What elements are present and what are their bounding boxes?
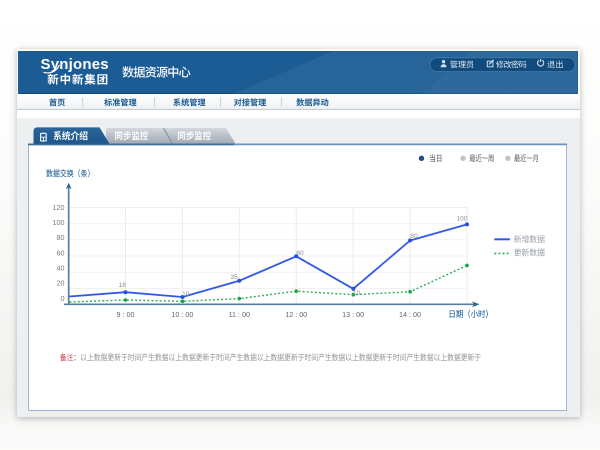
svg-text:9 : 00: 9 : 00 — [117, 310, 135, 319]
svg-text:20: 20 — [57, 279, 65, 288]
svg-text:80: 80 — [410, 233, 418, 240]
svg-text:11 : 00: 11 : 00 — [229, 310, 250, 319]
svg-text:40: 40 — [57, 264, 65, 273]
svg-text:80: 80 — [57, 233, 65, 242]
svg-text:10: 10 — [353, 290, 361, 297]
svg-text:60: 60 — [57, 248, 65, 257]
svg-text:Synjones: Synjones — [41, 56, 109, 73]
svg-text:10 : 00: 10 : 00 — [171, 310, 193, 319]
svg-text:120: 120 — [53, 203, 65, 212]
svg-text:0: 0 — [61, 294, 65, 303]
svg-text:18: 18 — [119, 282, 127, 289]
svg-text:60: 60 — [296, 250, 304, 257]
svg-text:13 : 00: 13 : 00 — [342, 310, 364, 319]
svg-text:10: 10 — [182, 291, 190, 298]
svg-text:100: 100 — [456, 215, 467, 222]
svg-text:100: 100 — [53, 218, 65, 227]
svg-text:12 : 00: 12 : 00 — [285, 310, 307, 319]
svg-text:14 : 00: 14 : 00 — [399, 310, 421, 319]
svg-text:35: 35 — [231, 274, 239, 281]
